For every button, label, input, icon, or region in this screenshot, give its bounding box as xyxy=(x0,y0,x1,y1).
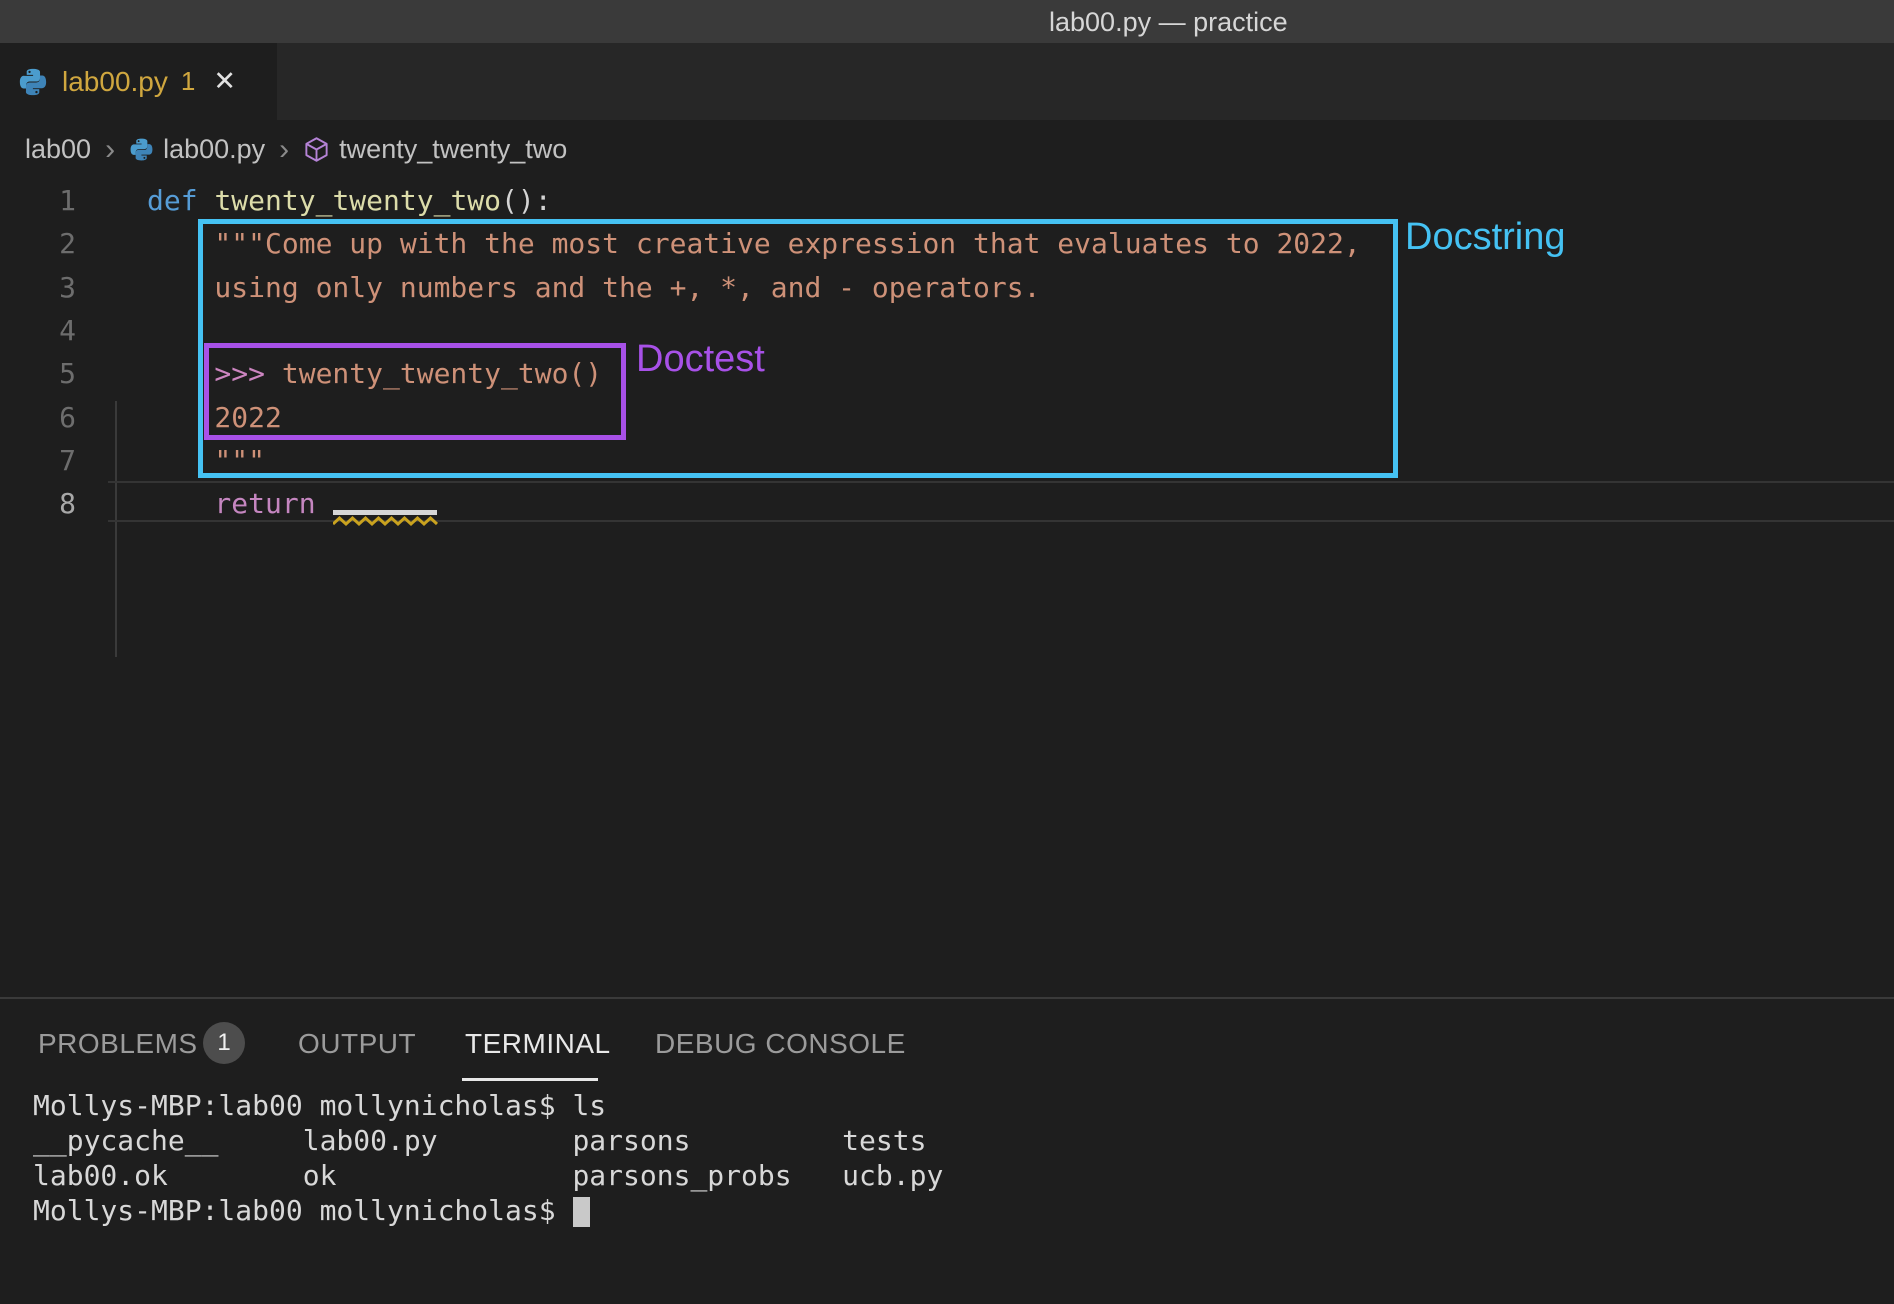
function-name: twenty_twenty_two xyxy=(214,184,501,217)
python-icon-small xyxy=(129,137,154,162)
panel-tab-terminal[interactable]: TERMINAL xyxy=(465,1029,611,1059)
line-number: 4 xyxy=(0,309,76,352)
panel-tab-output[interactable]: OUTPUT xyxy=(298,1029,416,1059)
terminal-prompt: Mollys-MBP:lab00 mollynicholas$ xyxy=(33,1194,572,1227)
chevron-right-icon: › xyxy=(105,135,115,165)
problems-badge: 1 xyxy=(203,1022,245,1064)
window-title: lab00.py — practice xyxy=(1049,7,1288,38)
line-number-active: 8 xyxy=(0,482,76,525)
terminal-cursor xyxy=(573,1197,590,1227)
close-icon[interactable]: ✕ xyxy=(213,68,236,95)
docstring-label: Docstring xyxy=(1405,218,1566,256)
terminal-output[interactable]: Mollys-MBP:lab00 mollynicholas$ ls __pyc… xyxy=(0,1084,1894,1304)
tab-dirty-count: 1 xyxy=(181,66,195,97)
line-number: 3 xyxy=(0,266,76,309)
keyword-def: def xyxy=(147,184,214,217)
terminal-row: Mollys-MBP:lab00 mollynicholas$ ls xyxy=(33,1088,606,1123)
terminal-prompt-row: Mollys-MBP:lab00 mollynicholas$ xyxy=(33,1193,590,1228)
line-number: 2 xyxy=(0,222,76,265)
breadcrumb-folder[interactable]: lab00 xyxy=(25,134,91,165)
line-number: 7 xyxy=(0,439,76,482)
tab-filename: lab00.py xyxy=(62,66,168,98)
chevron-right-icon: › xyxy=(279,135,289,165)
symbol-cube-icon xyxy=(303,136,330,163)
code-line-8[interactable]: 8 return xyxy=(0,482,1894,525)
terminal-row: lab00.ok ok parsons_probs ucb.py xyxy=(33,1158,943,1193)
breadcrumb: lab00 › lab00.py › twenty_twenty_two xyxy=(25,120,567,179)
warning-squiggle-icon xyxy=(333,515,439,527)
line-number: 5 xyxy=(0,352,76,395)
current-line-border-top xyxy=(108,481,1894,483)
terminal-active-underline xyxy=(462,1078,598,1081)
line-number: 6 xyxy=(0,396,76,439)
line-number: 1 xyxy=(0,179,76,222)
python-icon xyxy=(18,67,48,97)
breadcrumb-symbol[interactable]: twenty_twenty_two xyxy=(339,134,567,165)
punctuation: (): xyxy=(501,184,552,217)
terminal-row: __pycache__ lab00.py parsons tests xyxy=(33,1123,926,1158)
tab-bar: lab00.py 1 ✕ xyxy=(0,43,1894,120)
tab-lab00[interactable]: lab00.py 1 ✕ xyxy=(0,43,277,120)
title-bar: lab00.py — practice xyxy=(0,0,1894,43)
keyword-return: return xyxy=(147,482,316,525)
code-line-1[interactable]: 1 def twenty_twenty_two(): xyxy=(0,179,1894,222)
doctest-highlight-box xyxy=(204,343,626,440)
breadcrumb-file[interactable]: lab00.py xyxy=(163,134,265,165)
doctest-label: Doctest xyxy=(636,340,765,378)
panel-tab-debug-console[interactable]: DEBUG CONSOLE xyxy=(655,1029,906,1059)
panel-tab-problems[interactable]: PROBLEMS xyxy=(38,1029,198,1059)
panel-top-border xyxy=(0,997,1894,999)
